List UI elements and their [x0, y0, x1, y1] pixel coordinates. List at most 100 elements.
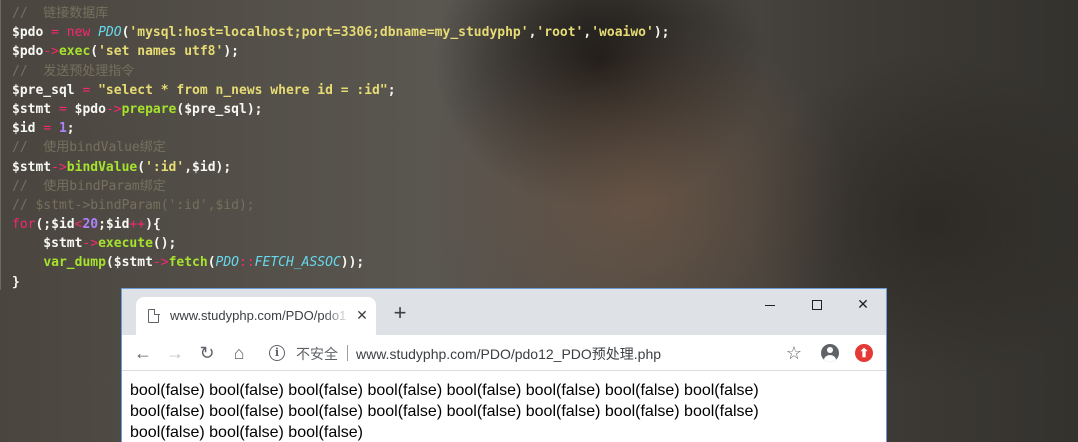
code-token: // $stmt->bindParam(':id',$id);	[12, 197, 255, 213]
code-line: $stmt->bindValue(':id',$id);	[12, 158, 670, 177]
code-line: var_dump($stmt->fetch(PDO::FETCH_ASSOC))…	[12, 253, 670, 272]
code-token: ));	[340, 255, 365, 271]
maximize-icon	[812, 300, 822, 311]
code-token: exec	[58, 44, 91, 60]
code-token: =	[43, 25, 67, 41]
code-area[interactable]: // 链接数据库 $pdo = new PDO('mysql:host=local…	[12, 4, 670, 292]
code-token: ){	[145, 217, 161, 233]
code-token: $pre_sql	[12, 82, 75, 98]
tab-title: www.studyphp.com/PDO/pdo1	[170, 308, 347, 323]
code-token: // 发送预处理指令	[12, 63, 135, 79]
code-token: 'root'	[536, 25, 584, 41]
code-token: $stmt	[12, 101, 52, 117]
home-button[interactable]: ⌂	[225, 339, 253, 367]
code-line: // 发送预处理指令	[12, 62, 670, 81]
code-token: $pdo	[12, 44, 44, 60]
address-bar[interactable]: www.studyphp.com/PDO/pdo12_PDO预处理.php	[356, 344, 661, 364]
code-token: =	[51, 101, 75, 117]
browser-tab[interactable]: www.studyphp.com/PDO/pdo1 ✕	[136, 297, 376, 335]
tab-close-icon[interactable]: ✕	[354, 306, 370, 324]
code-token: for	[12, 217, 36, 233]
code-line: $pdo->exec('set names utf8');	[12, 42, 670, 61]
code-token: // 链接数据库	[12, 6, 109, 21]
code-token: ->	[82, 236, 99, 252]
insecure-label[interactable]: 不安全	[296, 344, 338, 364]
site-info-icon[interactable]: i	[269, 345, 285, 361]
code-token: fetch	[168, 255, 208, 271]
code-token: $stmt	[12, 159, 52, 175]
browser-window[interactable]: www.studyphp.com/PDO/pdo1 ✕ + ✕ ← → ↻ ⌂ …	[121, 288, 887, 442]
code-line: $stmt = $pdo->prepare($pre_sql);	[12, 100, 670, 119]
code-line: $pdo = new PDO('mysql:host=localhost;por…	[12, 23, 670, 42]
code-token: $id	[12, 121, 36, 137]
code-token: ':id'	[145, 159, 185, 175]
code-token: (	[207, 255, 216, 271]
code-token: ;$id	[98, 217, 130, 233]
code-token: PDO	[98, 25, 122, 41]
code-token: new	[66, 25, 99, 41]
code-token: ();	[152, 236, 177, 252]
code-token: $stmt	[12, 236, 83, 252]
forward-button[interactable]: →	[161, 339, 189, 367]
code-token: ->	[43, 44, 59, 60]
code-token: =	[35, 121, 59, 137]
code-line: // 使用bindParam绑定	[12, 177, 670, 196]
browser-titlebar: www.studyphp.com/PDO/pdo1 ✕ + ✕	[122, 289, 886, 335]
back-button[interactable]: ←	[129, 339, 157, 367]
code-line: $id = 1;	[12, 119, 670, 138]
code-token: }	[12, 274, 20, 290]
browser-toolbar: ← → ↻ ⌂ i 不安全 www.studyphp.com/PDO/pdo12…	[122, 335, 886, 371]
code-token: 20	[82, 217, 99, 233]
code-token: prepare	[121, 101, 177, 117]
code-token: 'set names utf8'	[98, 44, 224, 60]
reload-button[interactable]: ↻	[193, 339, 221, 367]
code-token: (	[137, 159, 146, 175]
code-token: execute	[98, 236, 153, 252]
maximize-button[interactable]	[794, 293, 840, 315]
code-token: $pdo	[12, 25, 44, 41]
code-token: ->	[105, 101, 122, 117]
code-token: 1	[58, 121, 67, 137]
code-token: 'woaiwo'	[591, 25, 654, 41]
code-token: ($pre_sql);	[176, 101, 263, 117]
code-token: $pdo	[74, 101, 106, 117]
address-separator	[347, 345, 348, 361]
code-token: FETCH_ASSOC	[254, 255, 341, 271]
code-token: ;	[66, 121, 75, 137]
code-token: (;$id	[35, 217, 75, 233]
code-token: // 使用bindValue绑定	[12, 140, 166, 156]
code-token: 'mysql:host=localhost;port=3306;dbname=m…	[129, 25, 529, 41]
code-token: PDO	[215, 255, 240, 271]
code-token: ;	[387, 82, 396, 98]
page-icon	[148, 308, 160, 323]
code-token: );	[223, 44, 239, 60]
code-line: // $stmt->bindParam(':id',$id);	[12, 196, 670, 215]
code-token: =	[74, 82, 99, 98]
page-content: bool(false) bool(false) bool(false) bool…	[122, 372, 886, 442]
code-line: // 使用bindValue绑定	[12, 138, 670, 157]
code-token: ::	[239, 255, 255, 271]
output-line: bool(false) bool(false) bool(false)	[130, 424, 363, 441]
code-line: $pre_sql = "select * from n_news where i…	[12, 81, 670, 100]
code-token: );	[653, 25, 670, 41]
bookmark-star-icon[interactable]: ☆	[782, 341, 806, 365]
code-line: // 链接数据库	[12, 4, 670, 23]
output-line: bool(false) bool(false) bool(false) bool…	[130, 382, 759, 399]
code-token: (	[90, 44, 99, 60]
minimize-button[interactable]	[747, 293, 793, 315]
code-token: ++	[129, 217, 146, 233]
gutter-line	[0, 0, 1, 290]
extension-icon[interactable]: ⬆	[855, 344, 873, 362]
code-token: bindValue	[66, 159, 138, 175]
close-window-button[interactable]: ✕	[840, 293, 886, 315]
code-line: for(;$id<20;$id++){	[12, 215, 670, 234]
output-line: bool(false) bool(false) bool(false) bool…	[130, 403, 759, 420]
minimize-icon	[765, 304, 775, 306]
code-token: ->	[51, 159, 67, 175]
new-tab-button[interactable]: +	[390, 302, 410, 324]
code-token: var_dump	[43, 255, 106, 271]
code-line: $stmt->execute();	[12, 234, 670, 253]
account-icon[interactable]	[821, 344, 839, 362]
code-token: // 使用bindParam绑定	[12, 178, 166, 194]
